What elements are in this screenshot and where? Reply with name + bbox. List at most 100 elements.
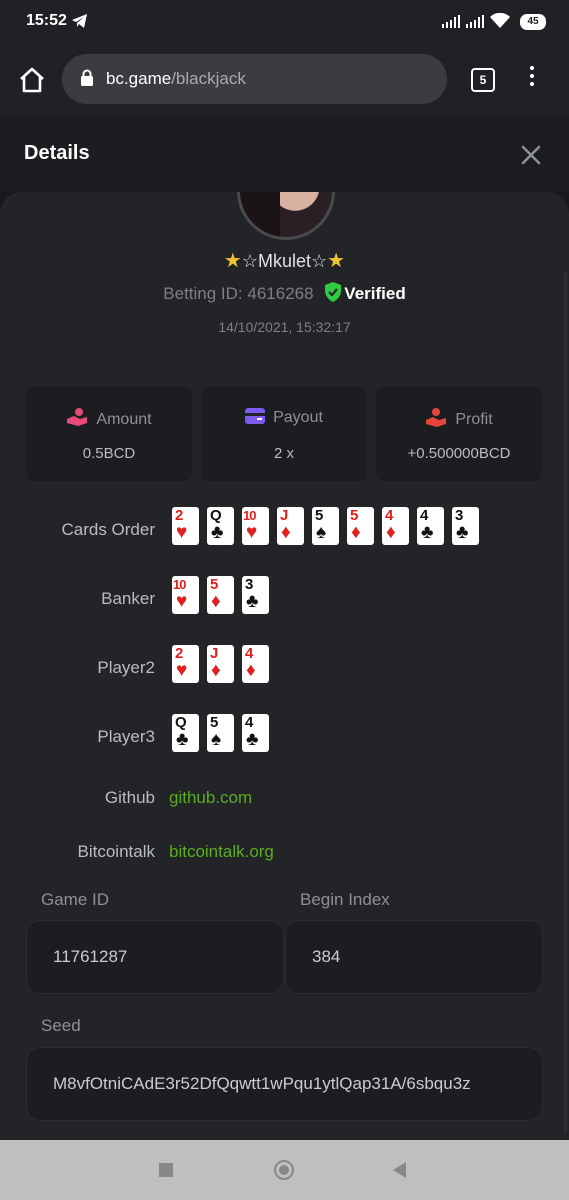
address-bar[interactable]: bc.game/blackjack [62, 54, 447, 104]
playing-card: 5 ♠ [207, 714, 234, 752]
seed-field[interactable]: M8vfOtniCAdE3r52DfQqwtt1wPqu1ytlQap31A/6… [26, 1047, 543, 1121]
game-id-value: 11761287 [53, 947, 128, 966]
amount-value: 0.5BCD [82, 445, 136, 462]
payout-value: 2 x [273, 445, 294, 462]
card-suit-icon: ♣ [246, 591, 259, 612]
signal-icon-2 [466, 15, 484, 28]
playing-card: 2 ♥ [172, 645, 199, 683]
star-icon-2: ★ [327, 250, 346, 272]
wifi-icon [490, 13, 510, 28]
seed-value: M8vfOtniCAdE3r52DfQqwtt1wPqu1ytlQap31A/6… [53, 1074, 471, 1093]
playing-card: 3 ♣ [242, 576, 269, 614]
browser-toolbar: bc.game/blackjack 5 [0, 44, 569, 116]
playing-card: 5 ♠ [312, 507, 339, 545]
more-menu-icon[interactable] [528, 66, 536, 90]
banker-label: Banker [101, 589, 155, 608]
url-host: bc.game [106, 69, 172, 88]
playing-card: 4 ♣ [417, 507, 444, 545]
playing-card: 2 ♥ [172, 507, 199, 545]
card-suit-icon: ♦ [281, 522, 291, 543]
verified-badge: Verified [344, 284, 406, 303]
username: ★☆Mkulet☆★ [0, 248, 569, 273]
username-text: ☆Mkulet☆ [241, 251, 328, 271]
profit-label: Profit [455, 411, 493, 428]
shield-check-icon [325, 282, 342, 302]
card-suit-icon: ♣ [421, 522, 434, 543]
seed-label: Seed [41, 1016, 81, 1035]
card-suit-icon: ♦ [211, 660, 221, 681]
details-panel[interactable]: ★☆Mkulet☆★ Betting ID: 4616268 Verified … [0, 192, 569, 1140]
home-icon[interactable] [16, 64, 48, 96]
github-link[interactable]: github.com [169, 788, 252, 808]
battery-icon: 45 [520, 14, 546, 30]
card-suit-icon: ♦ [211, 591, 221, 612]
card-suit-icon: ♠ [316, 522, 327, 543]
playing-card: Q ♣ [172, 714, 199, 752]
bitcointalk-link[interactable]: bitcointalk.org [169, 842, 274, 862]
card-suit-icon: ♥ [176, 660, 188, 681]
card-suit-icon: ♥ [246, 522, 258, 543]
page-title: Details [24, 142, 90, 164]
money-hand-icon [67, 408, 88, 426]
amount-label: Amount [96, 411, 152, 428]
close-icon[interactable] [520, 144, 542, 166]
status-time: 15:52 [26, 12, 67, 29]
profit-box: Profit +0.500000BCD [376, 387, 542, 481]
card-suit-icon: ♣ [176, 729, 189, 750]
playing-card: 5 ♦ [347, 507, 374, 545]
begin-index-label: Begin Index [300, 890, 390, 909]
playing-card: 3 ♣ [452, 507, 479, 545]
card-suit-icon: ♠ [211, 729, 222, 750]
lock-icon [81, 69, 93, 86]
wallet-icon [245, 408, 266, 424]
bet-date: 14/10/2021, 15:32:17 [218, 319, 351, 335]
card-suit-icon: ♦ [351, 522, 361, 543]
playing-card: Q ♣ [207, 507, 234, 545]
betting-id: Betting ID: 4616268 [163, 284, 314, 303]
card-suit-icon: ♦ [386, 522, 396, 543]
home-button[interactable] [274, 1160, 294, 1180]
system-nav-bar [0, 1140, 569, 1200]
playing-card: 4 ♣ [242, 714, 269, 752]
telegram-icon [72, 14, 87, 28]
profit-hand-icon [426, 408, 447, 427]
playing-card: J ♦ [277, 507, 304, 545]
card-suit-icon: ♣ [456, 522, 469, 543]
signal-icon [442, 15, 460, 28]
game-id-label: Game ID [41, 890, 110, 909]
bitcointalk-label: Bitcointalk [77, 842, 155, 861]
playing-card: 10 ♥ [172, 576, 199, 614]
card-suit-icon: ♣ [211, 522, 224, 543]
playing-card: 10 ♥ [242, 507, 269, 545]
begin-index-value: 384 [312, 947, 341, 966]
avatar [237, 192, 335, 240]
playing-card: J ♦ [207, 645, 234, 683]
card-suit-icon: ♥ [176, 522, 188, 543]
url-path: /blackjack [171, 69, 246, 88]
playing-card: 4 ♦ [242, 645, 269, 683]
url-text: bc.game/blackjack [106, 69, 246, 89]
payout-label: Payout [273, 409, 323, 426]
back-button[interactable] [393, 1162, 406, 1178]
begin-index-field[interactable]: 384 [285, 920, 543, 994]
cards-order-label: Cards Order [61, 520, 155, 539]
tab-switcher-button[interactable]: 5 [471, 68, 495, 92]
player3-label: Player3 [97, 727, 155, 746]
payout-box: Payout 2 x [201, 387, 367, 481]
card-suit-icon: ♣ [246, 729, 259, 750]
card-suit-icon: ♦ [246, 660, 256, 681]
playing-card: 4 ♦ [382, 507, 409, 545]
recents-button[interactable] [159, 1163, 173, 1177]
player2-label: Player2 [97, 658, 155, 677]
card-suit-icon: ♥ [176, 591, 188, 612]
profit-value: +0.500000BCD [407, 445, 511, 462]
github-label: Github [104, 788, 155, 807]
status-bar: 15:52 45 [0, 0, 569, 44]
game-id-field[interactable]: 11761287 [26, 920, 284, 994]
details-header: Details [0, 116, 569, 192]
playing-card: 5 ♦ [207, 576, 234, 614]
star-icon: ★ [223, 250, 242, 272]
scrollbar[interactable] [564, 272, 567, 1132]
amount-box: Amount 0.5BCD [26, 387, 192, 481]
betting-id-row: Betting ID: 4616268 Verified [0, 282, 569, 304]
